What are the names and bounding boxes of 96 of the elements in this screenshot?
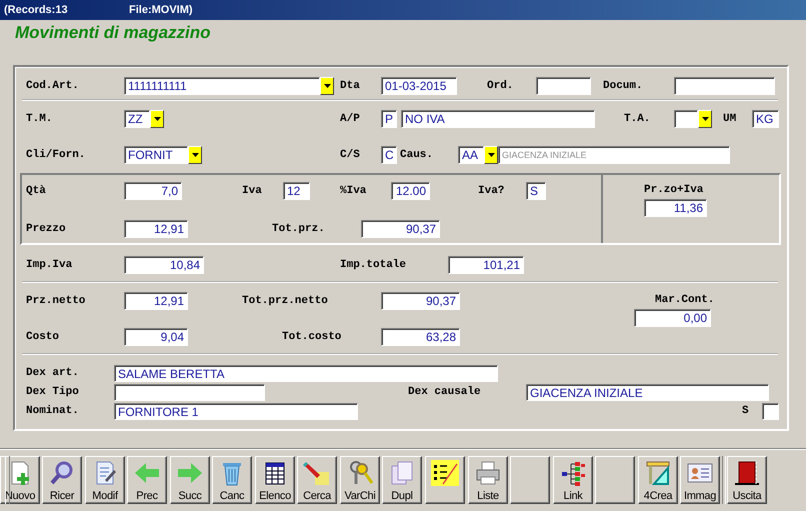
input-field[interactable]: C [381, 146, 397, 164]
caret-icon [154, 117, 160, 121]
left-arrow-icon [133, 460, 161, 486]
input-field[interactable]: 01-03-2015 [381, 77, 457, 95]
field-label: Tot.costo [282, 331, 342, 343]
field-label: Pr.zo+Iva [644, 184, 704, 196]
toolbar-button[interactable] [510, 456, 550, 504]
input-field[interactable]: NO IVA [401, 110, 595, 128]
toolbar-button[interactable]: Canc [212, 456, 252, 504]
caret-icon [324, 84, 330, 88]
field-label: Imp.Iva [26, 259, 74, 271]
right-arrow-icon [176, 460, 204, 486]
input-field[interactable]: 7,0 [124, 182, 182, 200]
toolbar-button[interactable]: Nuovo [0, 456, 40, 504]
toolbar-button[interactable]: Cerca [297, 456, 337, 504]
dropdown-button[interactable] [484, 146, 498, 164]
toolbar-button[interactable] [595, 456, 635, 504]
dropdown-button[interactable] [188, 146, 202, 164]
toolbar-button[interactable]: Liste [468, 456, 508, 504]
file-name: File:MOVIM) [129, 4, 193, 16]
caret-icon [488, 153, 494, 157]
field-label: Caus. [400, 149, 434, 161]
toolbar-button[interactable]: Dupl [382, 456, 422, 504]
input-field[interactable] [114, 384, 265, 400]
records-count: (Records:13 [4, 4, 69, 16]
field-label: Dex Tipo [26, 386, 80, 398]
field-label: Dta [340, 80, 361, 92]
toolbar-button[interactable]: Immag [680, 456, 720, 504]
field-label: UM [723, 113, 738, 125]
input-field[interactable]: 9,04 [124, 328, 188, 346]
input-field[interactable]: GIACENZA INIZIALE [526, 384, 769, 400]
toolbar-button[interactable]: Link [553, 456, 593, 504]
input-field[interactable]: 90,37 [361, 220, 440, 238]
input-field[interactable]: 101,21 [448, 256, 524, 274]
checkbox[interactable] [762, 402, 779, 420]
input-field[interactable]: 0,00 [634, 309, 711, 327]
tree-diagram-icon [559, 460, 587, 486]
input-field[interactable]: SALAME BERETTA [114, 364, 498, 382]
field-label: Prz.netto [26, 295, 86, 307]
input-field[interactable]: S [526, 182, 546, 200]
door-icon [733, 460, 761, 486]
field-label: Imp.totale [340, 259, 408, 271]
input-field[interactable]: FORNITORE 1 [114, 402, 358, 420]
field-label: Dex art. [26, 367, 80, 379]
ruler-triangle-icon [644, 460, 672, 486]
field-label: Qtà [26, 185, 47, 197]
field-label: Iva? [478, 185, 506, 197]
input-field[interactable]: P [381, 110, 397, 128]
field-label: %Iva [340, 185, 368, 197]
field-label: A/P [340, 113, 361, 125]
input-field[interactable]: 63,28 [381, 328, 460, 346]
toolbar-button[interactable]: Succ [170, 456, 210, 504]
caret-icon [192, 153, 198, 157]
input-field[interactable] [536, 77, 591, 95]
input-field[interactable]: 12 [283, 182, 310, 200]
input-field[interactable]: 12,91 [124, 292, 188, 310]
input-field[interactable]: 12,91 [124, 220, 188, 238]
field-label: Tot.prz.netto [242, 295, 329, 307]
field-label: T.A. [624, 113, 652, 125]
toolbar-button[interactable]: Uscita [727, 456, 767, 504]
field-label: Docum. [603, 80, 644, 92]
highlighter-icon [303, 460, 331, 486]
input-field[interactable]: 11,36 [644, 199, 707, 217]
field-label: Mar.Cont. [655, 294, 714, 306]
toolbar-button[interactable] [425, 456, 465, 504]
field-label: Ord. [487, 80, 514, 92]
field-label: Cod.Art. [26, 80, 80, 92]
caret-icon [702, 117, 708, 121]
field-label: Dex causale [408, 386, 482, 398]
printer-icon [474, 460, 502, 486]
toolbar-button[interactable]: Ricer [42, 456, 82, 504]
toolbar-button[interactable]: 4Crea [638, 456, 678, 504]
field-label: Prezzo [26, 223, 67, 235]
field-label: S [742, 405, 750, 417]
toolbar-button[interactable]: Elenco [255, 456, 295, 504]
field-label: Iva [242, 185, 263, 197]
field-label: T.M. [26, 113, 54, 125]
input-field[interactable] [674, 77, 775, 95]
input-field[interactable]: 12.00 [391, 182, 430, 200]
checklist-icon [431, 460, 459, 486]
toolbar-button[interactable]: Modif [85, 456, 125, 504]
form-title: Movimenti di magazzino [15, 22, 211, 42]
field-label: Costo [26, 331, 60, 343]
dropdown-button[interactable] [150, 110, 164, 128]
field-label: Tot.prz. [272, 223, 326, 235]
field-label: Cli/Forn. [26, 149, 86, 161]
combo-box[interactable] [674, 110, 712, 128]
input-field[interactable]: 90,37 [381, 292, 460, 310]
input-field[interactable]: 10,84 [124, 256, 204, 274]
field-label: Nominat. [26, 405, 80, 417]
toolbar-button[interactable]: Prec [127, 456, 167, 504]
input-field[interactable]: KG [752, 110, 779, 128]
dropdown-button[interactable] [698, 110, 712, 128]
dropdown-button[interactable] [320, 77, 334, 95]
toolbar-button[interactable]: VarChi [340, 456, 380, 504]
field-label: C/S [340, 149, 361, 161]
